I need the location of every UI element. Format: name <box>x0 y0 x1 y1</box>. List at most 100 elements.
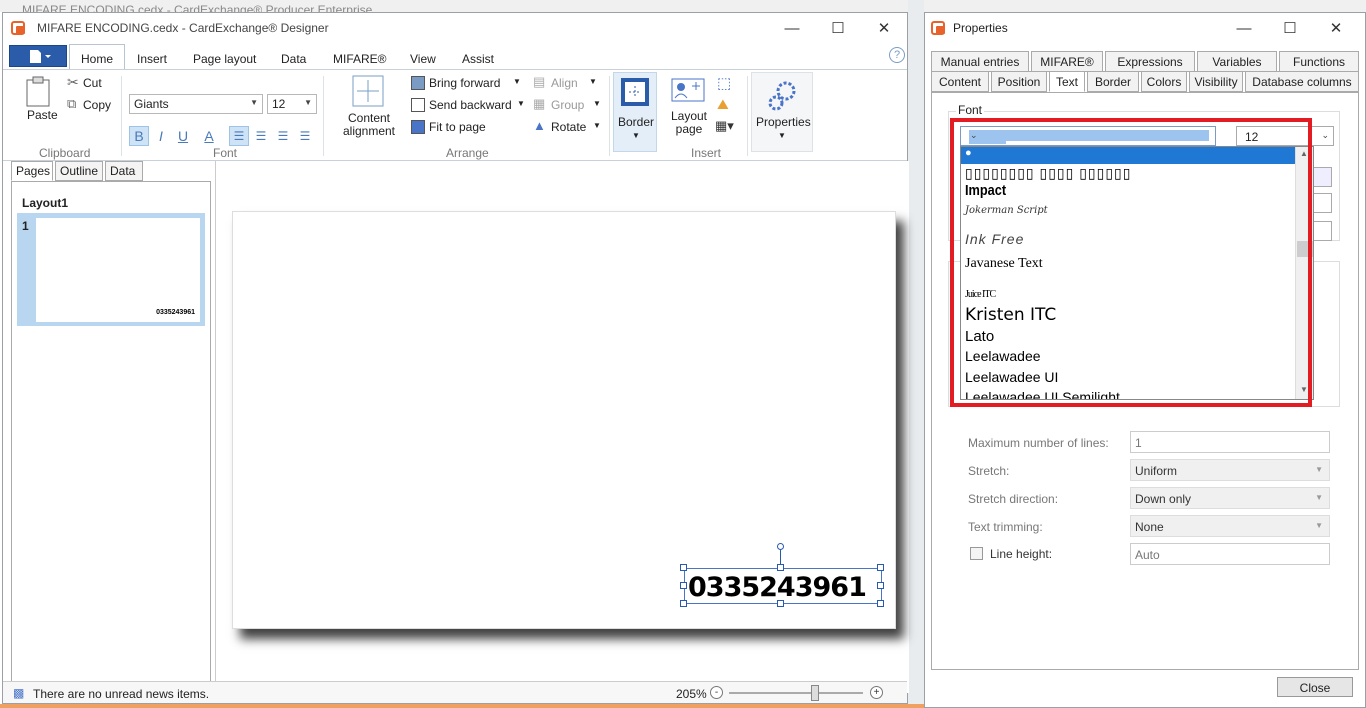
minimize-button[interactable]: — <box>769 13 815 43</box>
tab-colors[interactable]: Colors <box>1141 71 1187 92</box>
card-layout[interactable]: 0335243961 <box>232 211 896 629</box>
designer-titlebar: MIFARE ENCODING.cedx - CardExchange® Des… <box>3 13 907 43</box>
resize-handle[interactable] <box>680 582 687 589</box>
tab-text[interactable]: Text <box>1049 71 1085 92</box>
bring-forward-button[interactable]: Bring forward ▼ <box>409 74 527 92</box>
barcode-icon[interactable]: ▦▾ <box>715 118 734 134</box>
tab-home[interactable]: Home <box>69 44 125 70</box>
content-alignment-icon <box>352 75 384 107</box>
copy-button[interactable]: ⧉ Copy <box>65 96 117 114</box>
rotate-handle[interactable] <box>777 543 784 550</box>
line-height-checkbox[interactable] <box>970 547 983 560</box>
tab-content[interactable]: Content <box>931 71 989 92</box>
bold-button[interactable]: B <box>129 126 149 146</box>
tab-pages[interactable]: Pages <box>11 161 53 181</box>
align-icon: ▤ <box>533 74 546 89</box>
justify-icon[interactable]: ☰ <box>295 126 315 146</box>
resize-handle[interactable] <box>877 600 884 607</box>
tab-manual-entries[interactable]: Manual entries <box>931 51 1029 72</box>
content-alignment-button[interactable]: Content alignment <box>335 72 405 142</box>
layout-page-button[interactable]: Layout page <box>667 72 709 142</box>
close-window-button[interactable]: ✕ <box>861 13 907 43</box>
align-left-icon[interactable]: ☰ <box>229 126 249 146</box>
tab-visibility[interactable]: Visibility <box>1189 71 1243 92</box>
ribbon-separator <box>323 76 324 156</box>
max-lines-input[interactable]: 1 <box>1130 431 1330 453</box>
justify-toggle[interactable] <box>1312 167 1332 187</box>
border-button[interactable]: Border ▼ <box>613 72 657 152</box>
paste-label: Paste <box>27 108 58 122</box>
image-icon[interactable]: ⛰ <box>717 96 729 113</box>
send-backward-icon <box>411 98 425 112</box>
card-text-element[interactable]: 0335243961 <box>684 568 882 604</box>
ribbon-size-combo[interactable]: 12 ▼ <box>267 94 317 114</box>
resize-handle[interactable] <box>777 600 784 607</box>
tab-expressions[interactable]: Expressions <box>1105 51 1195 72</box>
cut-button[interactable]: ✂ Cut <box>65 74 117 92</box>
dropdown-toggle[interactable] <box>1312 193 1332 213</box>
resize-handle[interactable] <box>877 582 884 589</box>
stretch-direction-select[interactable]: Down only ▼ <box>1130 487 1330 509</box>
tab-database-columns[interactable]: Database columns <box>1245 71 1359 92</box>
resize-handle[interactable] <box>680 600 687 607</box>
zoom-level: 205% <box>676 687 707 701</box>
tab-variables[interactable]: Variables <box>1197 51 1277 72</box>
line-height-input[interactable]: Auto <box>1130 543 1330 565</box>
app-logo-icon <box>11 21 25 35</box>
design-canvas[interactable]: 0335243961 <box>215 161 909 693</box>
designer-title: MIFARE ENCODING.cedx - CardExchange® Des… <box>37 21 329 35</box>
tab-mifare-props[interactable]: MIFARE® <box>1031 51 1103 72</box>
scissors-icon: ✂ <box>67 74 79 90</box>
clipboard-icon <box>26 76 50 107</box>
fit-to-page-label: Fit to page <box>429 120 486 134</box>
tab-page-layout[interactable]: Page layout <box>193 52 256 66</box>
font-color-button[interactable]: A <box>199 126 219 146</box>
tab-functions[interactable]: Functions <box>1279 51 1359 72</box>
tab-assist[interactable]: Assist <box>462 52 494 66</box>
tab-mifare[interactable]: MIFARE® <box>333 52 387 66</box>
selection-icon[interactable]: ⬚ <box>717 74 731 92</box>
dropdown-toggle[interactable] <box>1312 221 1332 241</box>
zoom-slider-track[interactable] <box>729 692 863 694</box>
layout-page-icon <box>671 78 705 102</box>
resize-handle[interactable] <box>680 564 687 571</box>
zoom-in-button[interactable]: + <box>870 686 883 699</box>
help-icon[interactable]: ? <box>889 47 905 63</box>
page-thumbnail[interactable]: 1 0335243961 <box>17 213 205 326</box>
group-button: ▦ Group ▼ <box>531 96 603 114</box>
maximize-button[interactable]: ☐ <box>815 13 861 43</box>
text-trimming-select[interactable]: None ▼ <box>1130 515 1330 537</box>
thumbnail-card-text: 0335243961 <box>156 309 195 316</box>
fit-to-page-button[interactable]: Fit to page <box>409 118 527 136</box>
close-button[interactable]: Close <box>1277 677 1353 697</box>
align-center-icon[interactable]: ☰ <box>251 126 271 146</box>
tab-outline[interactable]: Outline <box>55 161 103 181</box>
status-bar: ▩ There are no unread news items. 205% -… <box>3 681 907 703</box>
rotate-button[interactable]: ▲ Rotate ▼ <box>531 118 603 136</box>
zoom-out-button[interactable]: - <box>710 686 723 699</box>
tab-insert[interactable]: Insert <box>137 52 167 66</box>
ribbon-font-combo[interactable]: Giants ▼ <box>129 94 263 114</box>
minimize-button[interactable]: — <box>1221 13 1267 43</box>
file-menu-button[interactable] <box>9 45 67 67</box>
close-window-button[interactable]: ✕ <box>1313 13 1359 43</box>
resize-handle[interactable] <box>777 564 784 571</box>
tab-position[interactable]: Position <box>991 71 1047 92</box>
layout-page-label: Layout page <box>670 109 708 136</box>
align-right-icon[interactable]: ☰ <box>273 126 293 146</box>
resize-handle[interactable] <box>877 564 884 571</box>
tab-view[interactable]: View <box>410 52 436 66</box>
maximize-button[interactable]: ☐ <box>1267 13 1313 43</box>
italic-button[interactable]: I <box>151 126 171 146</box>
paste-button[interactable]: Paste <box>13 72 65 126</box>
send-backward-button[interactable]: Send backward ▼ <box>409 96 527 114</box>
zoom-slider-thumb[interactable] <box>811 685 819 701</box>
rotate-label: Rotate <box>551 120 587 134</box>
ribbon-tabs: Home Insert Page layout Data MIFARE® Vie… <box>3 43 907 70</box>
stretch-select[interactable]: Uniform ▼ <box>1130 459 1330 481</box>
tab-data-panel[interactable]: Data <box>105 161 143 181</box>
tab-data[interactable]: Data <box>281 52 306 66</box>
properties-button[interactable]: Properties ▼ <box>751 72 813 152</box>
underline-button[interactable]: U <box>173 126 193 146</box>
tab-border[interactable]: Border <box>1087 71 1139 92</box>
